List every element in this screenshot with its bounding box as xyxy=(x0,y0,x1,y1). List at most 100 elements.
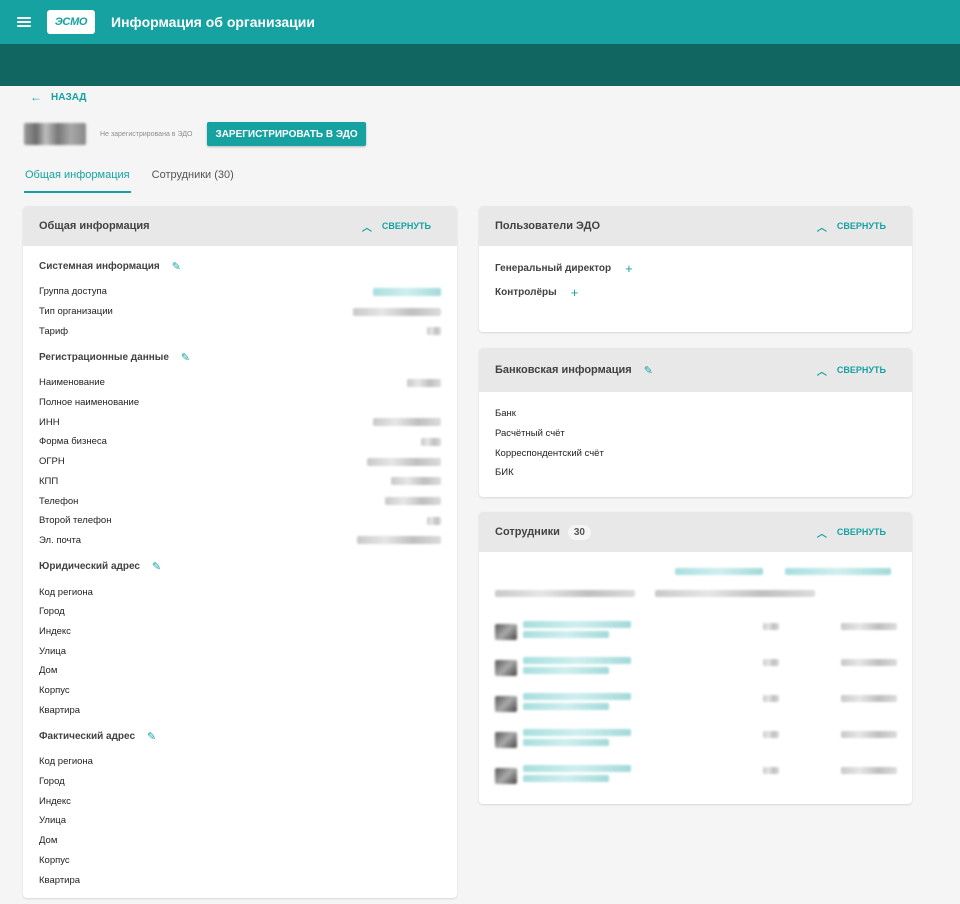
back-button[interactable]: ← НАЗАД xyxy=(30,90,86,104)
employee-name-redacted[interactable] xyxy=(523,765,631,772)
logo: ЭСМО xyxy=(47,10,95,34)
pencil-icon[interactable]: ✎ xyxy=(644,364,653,377)
field-row: Тариф xyxy=(39,321,441,341)
card-title: Банковская информация ✎ xyxy=(495,364,653,377)
field-row: Город xyxy=(39,772,441,792)
register-edo-button[interactable]: ЗАРЕГИСТРИРОВАТЬ В ЭДО xyxy=(207,122,366,146)
table-row[interactable] xyxy=(495,692,899,714)
controllers-label: Контролёры xyxy=(495,286,557,298)
field-row: Корреспондентский счёт xyxy=(495,443,896,463)
field-value-redacted xyxy=(367,457,441,466)
director-row: Генеральный директор + xyxy=(495,256,896,280)
tab-employees[interactable]: Сотрудники (30) xyxy=(151,166,235,193)
card-title: Пользователи ЭДО xyxy=(495,220,601,232)
employee-name-redacted[interactable] xyxy=(523,657,631,664)
field-value-redacted xyxy=(357,536,441,545)
field-row: Индекс xyxy=(39,622,441,642)
field-label: Наименование xyxy=(39,377,105,389)
table-header-redacted xyxy=(495,590,635,597)
field-row: Квартира xyxy=(39,700,441,720)
employee-name-redacted xyxy=(523,739,609,746)
field-row: Код региона xyxy=(39,752,441,772)
card-body: Банк Расчётный счёт Корреспондентский сч… xyxy=(479,392,912,483)
field-label: Корреспондентский счёт xyxy=(495,447,604,459)
field-label: Код региона xyxy=(39,586,93,598)
avatar xyxy=(495,696,517,712)
field-label: Дом xyxy=(39,665,58,677)
field-row: БИК xyxy=(495,463,896,483)
tab-general[interactable]: Общая информация xyxy=(24,166,131,193)
field-label: Тариф xyxy=(39,325,69,337)
field-label: Квартира xyxy=(39,874,81,886)
pencil-icon[interactable]: ✎ xyxy=(147,730,156,743)
field-row: Код региона xyxy=(39,582,441,602)
section-title: Системная информация xyxy=(39,260,160,272)
field-row: Дом xyxy=(39,661,441,681)
table-row[interactable] xyxy=(495,728,899,750)
card-body: Системная информация ✎ Группа доступа Ти… xyxy=(23,246,457,890)
section-title: Регистрационные данные xyxy=(39,351,169,363)
field-label: Группа доступа xyxy=(39,286,107,298)
field-label: Улица xyxy=(39,645,66,657)
card-title-text: Сотрудники xyxy=(495,526,560,538)
field-value-redacted xyxy=(373,418,441,427)
card-title-text: Банковская информация xyxy=(495,364,632,376)
card-header: Пользователи ЭДО ︿ СВЕРНУТЬ xyxy=(479,206,912,246)
section-legal-address: Юридический адрес ✎ xyxy=(39,556,441,576)
employee-name-redacted xyxy=(523,703,609,710)
employee-name-redacted xyxy=(523,631,609,638)
table-row[interactable] xyxy=(495,620,899,642)
employee-value-redacted xyxy=(763,623,779,630)
card-body xyxy=(479,552,912,804)
avatar xyxy=(495,660,517,676)
edo-status: Не зарегистрирована в ЭДО xyxy=(100,130,193,138)
collapse-label: СВЕРНУТЬ xyxy=(381,221,431,231)
arrow-left-icon: ← xyxy=(30,90,42,104)
table-row[interactable] xyxy=(495,764,899,786)
director-label: Генеральный директор xyxy=(495,262,612,274)
employee-name-redacted[interactable] xyxy=(523,693,631,700)
hamburger-icon[interactable] xyxy=(17,17,31,27)
employee-name-redacted[interactable] xyxy=(523,621,631,628)
employee-value-redacted xyxy=(763,767,779,774)
page-title: Информация об организации xyxy=(111,14,315,30)
field-label: Расчётный счёт xyxy=(495,428,565,440)
controllers-row: Контролёры + xyxy=(495,280,896,304)
pencil-icon[interactable]: ✎ xyxy=(181,351,190,364)
field-row: Дом xyxy=(39,831,441,851)
app-bar: ЭСМО Информация об организации xyxy=(0,0,960,44)
tabs: Общая информация Сотрудники (30) xyxy=(24,166,255,193)
employee-name-redacted[interactable] xyxy=(523,729,631,736)
collapse-label: СВЕРНУТЬ xyxy=(836,365,886,375)
field-row: Улица xyxy=(39,641,441,661)
field-row: Корпус xyxy=(39,851,441,871)
avatar xyxy=(495,768,517,784)
collapse-button[interactable]: ︿ СВЕРНУТЬ xyxy=(817,363,886,378)
field-value-redacted xyxy=(427,327,441,336)
field-row: Индекс xyxy=(39,791,441,811)
chevron-up-icon: ︿ xyxy=(816,222,827,234)
employees-filter-redacted[interactable] xyxy=(785,568,891,575)
pencil-icon[interactable]: ✎ xyxy=(152,560,161,573)
field-value-redacted xyxy=(385,497,441,506)
table-row[interactable] xyxy=(495,656,899,678)
section-title: Фактический адрес xyxy=(39,730,136,742)
field-label: Банк xyxy=(495,408,516,420)
section-registration: Регистрационные данные ✎ xyxy=(39,347,441,367)
add-controller-button[interactable]: + xyxy=(571,285,579,300)
collapse-button[interactable]: ︿ СВЕРНУТЬ xyxy=(817,525,886,540)
employees-filter-redacted[interactable] xyxy=(675,568,763,575)
add-director-button[interactable]: + xyxy=(625,261,633,276)
field-label: Тип организации xyxy=(39,306,113,318)
card-header: Банковская информация ✎ ︿ СВЕРНУТЬ xyxy=(479,348,912,392)
collapse-button[interactable]: ︿ СВЕРНУТЬ xyxy=(362,219,431,234)
pencil-icon[interactable]: ✎ xyxy=(172,260,181,273)
avatar xyxy=(495,624,517,640)
field-label: ИНН xyxy=(39,416,60,428)
employee-value-redacted xyxy=(763,659,779,666)
card-header: Общая информация ︿ СВЕРНУТЬ xyxy=(23,206,457,246)
employee-value-redacted xyxy=(841,659,897,666)
collapse-button[interactable]: ︿ СВЕРНУТЬ xyxy=(817,219,886,234)
field-label: Индекс xyxy=(39,795,71,807)
field-value-redacted xyxy=(353,307,441,316)
